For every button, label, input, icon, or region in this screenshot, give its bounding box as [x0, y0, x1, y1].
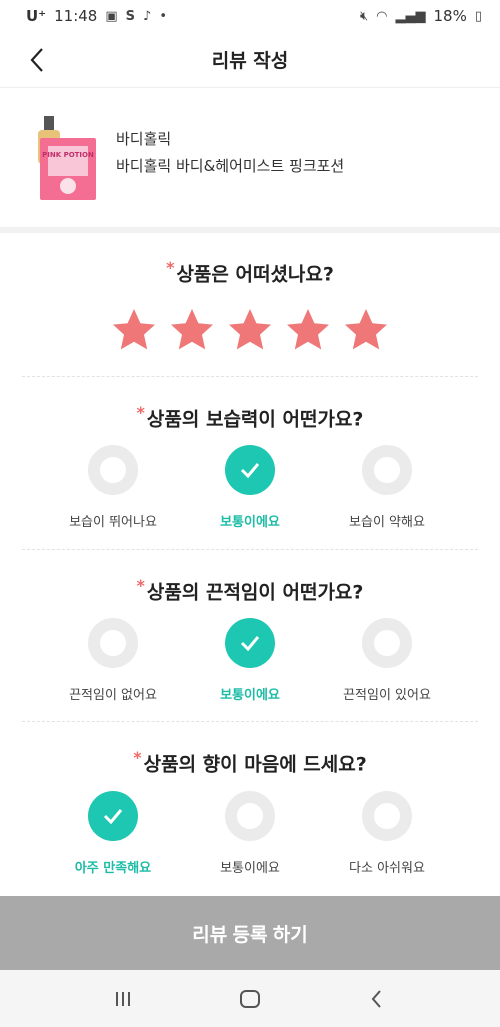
- stickiness-question: * 상품의 끈적임이 어떤가요?: [0, 576, 500, 604]
- star-icon-1[interactable]: [110, 306, 158, 354]
- moisture-option-2[interactable]: 보통이에요: [175, 445, 325, 530]
- radio-icon: [88, 618, 138, 668]
- product-brand: 바디홀릭: [116, 130, 172, 148]
- stickiness-option-3[interactable]: 끈적임이 있어요: [312, 618, 462, 703]
- clock: 11:48: [54, 7, 98, 25]
- back-icon: [371, 989, 381, 1008]
- gallery-icon: ▣: [105, 8, 118, 24]
- option-label: 보습이 뛰어나요: [69, 515, 157, 530]
- radio-icon: [88, 445, 138, 495]
- option-label: 보통이에요: [220, 515, 280, 530]
- wifi-icon: ◠: [376, 8, 388, 24]
- option-label: 끈적임이 없어요: [69, 688, 157, 703]
- stickiness-option-1[interactable]: 끈적임이 없어요: [38, 618, 188, 703]
- scent-option-2[interactable]: 보통이에요: [175, 791, 325, 876]
- mute-icon: 🔇︎: [359, 8, 369, 24]
- stickiness-option-2[interactable]: 보통이에요: [175, 618, 325, 703]
- scent-option-1[interactable]: 아주 만족해요: [38, 791, 188, 876]
- moisture-options: 보습이 뛰어나요 보통이에요 보습이 약해요: [0, 445, 500, 535]
- star-icon-4[interactable]: [284, 306, 332, 354]
- submit-review-button[interactable]: 리뷰 등록 하기: [0, 896, 500, 970]
- stickiness-options: 끈적임이 없어요 보통이에요 끈적임이 있어요: [0, 618, 500, 708]
- tiktok-icon: ♪: [143, 8, 152, 24]
- required-mark: *: [136, 576, 145, 595]
- star-icon-3[interactable]: [226, 306, 274, 354]
- section-divider: [0, 227, 500, 233]
- required-mark: *: [133, 748, 142, 767]
- dashed-divider: [22, 549, 478, 550]
- chevron-left-icon: [30, 48, 43, 72]
- signal-icon: ▂▄▆: [395, 8, 426, 24]
- radio-icon: [362, 618, 412, 668]
- dot-icon: •: [159, 8, 167, 24]
- page-title: 리뷰 작성: [211, 50, 289, 72]
- dashed-divider: [22, 376, 478, 377]
- scent-options: 아주 만족해요 보통이에요 다소 아쉬워요: [0, 791, 500, 881]
- product-summary: PINK POTION 바디홀릭 바디홀릭 바디&헤어미스트 핑크포션: [0, 89, 500, 227]
- recent-apps-button[interactable]: [103, 979, 143, 1019]
- stickiness-question-text: 상품의 끈적임이 어떤가요?: [146, 581, 364, 604]
- required-mark: *: [166, 258, 175, 277]
- back-button[interactable]: [22, 44, 54, 76]
- recents-icon: [116, 991, 131, 1006]
- radio-icon: [362, 445, 412, 495]
- app-header: 리뷰 작성: [0, 32, 500, 88]
- home-button[interactable]: [230, 979, 270, 1019]
- option-label: 보통이에요: [220, 688, 280, 703]
- radio-icon: [225, 791, 275, 841]
- home-icon: [239, 989, 260, 1008]
- moisture-question: * 상품의 보습력이 어떤가요?: [0, 403, 500, 431]
- check-icon: [225, 445, 275, 495]
- moisture-question-text: 상품의 보습력이 어떤가요?: [146, 408, 364, 431]
- system-nav-bar: [0, 970, 500, 1027]
- star-icon-5[interactable]: [342, 306, 390, 354]
- check-icon: [225, 618, 275, 668]
- nav-back-button[interactable]: [357, 979, 397, 1019]
- star-rating[interactable]: [0, 306, 500, 354]
- star-icon-2[interactable]: [168, 306, 216, 354]
- required-mark: *: [136, 403, 145, 422]
- product-image-label: PINK POTION: [42, 151, 94, 159]
- product-image: PINK POTION: [30, 112, 96, 204]
- check-icon: [88, 791, 138, 841]
- option-label: 보습이 약해요: [349, 515, 425, 530]
- option-label: 다소 아쉬워요: [349, 861, 425, 876]
- scent-question: * 상품의 향이 마음에 드세요?: [0, 748, 500, 776]
- s-app-icon: S: [125, 8, 136, 24]
- rating-question-text: 상품은 어떠셨나요?: [176, 263, 334, 286]
- option-label: 보통이에요: [220, 861, 280, 876]
- status-bar: U⁺ 11:48 ▣ S ♪ • 🔇︎ ◠ ▂▄▆ 18% ▯: [0, 0, 500, 32]
- option-label: 아주 만족해요: [74, 861, 152, 876]
- scent-question-text: 상품의 향이 마음에 드세요?: [143, 753, 367, 776]
- option-label: 끈적임이 있어요: [343, 688, 431, 703]
- carrier-label: U⁺: [26, 7, 47, 25]
- radio-icon: [362, 791, 412, 841]
- moisture-option-3[interactable]: 보습이 약해요: [312, 445, 462, 530]
- scent-option-3[interactable]: 다소 아쉬워요: [312, 791, 462, 876]
- moisture-option-1[interactable]: 보습이 뛰어나요: [38, 445, 188, 530]
- rating-question: * 상품은 어떠셨나요?: [0, 258, 500, 286]
- dashed-divider: [22, 721, 478, 722]
- battery-level: 18%: [433, 7, 467, 25]
- battery-icon: ▯: [474, 8, 482, 24]
- product-name: 바디홀릭 바디&헤어미스트 핑크포션: [116, 157, 345, 175]
